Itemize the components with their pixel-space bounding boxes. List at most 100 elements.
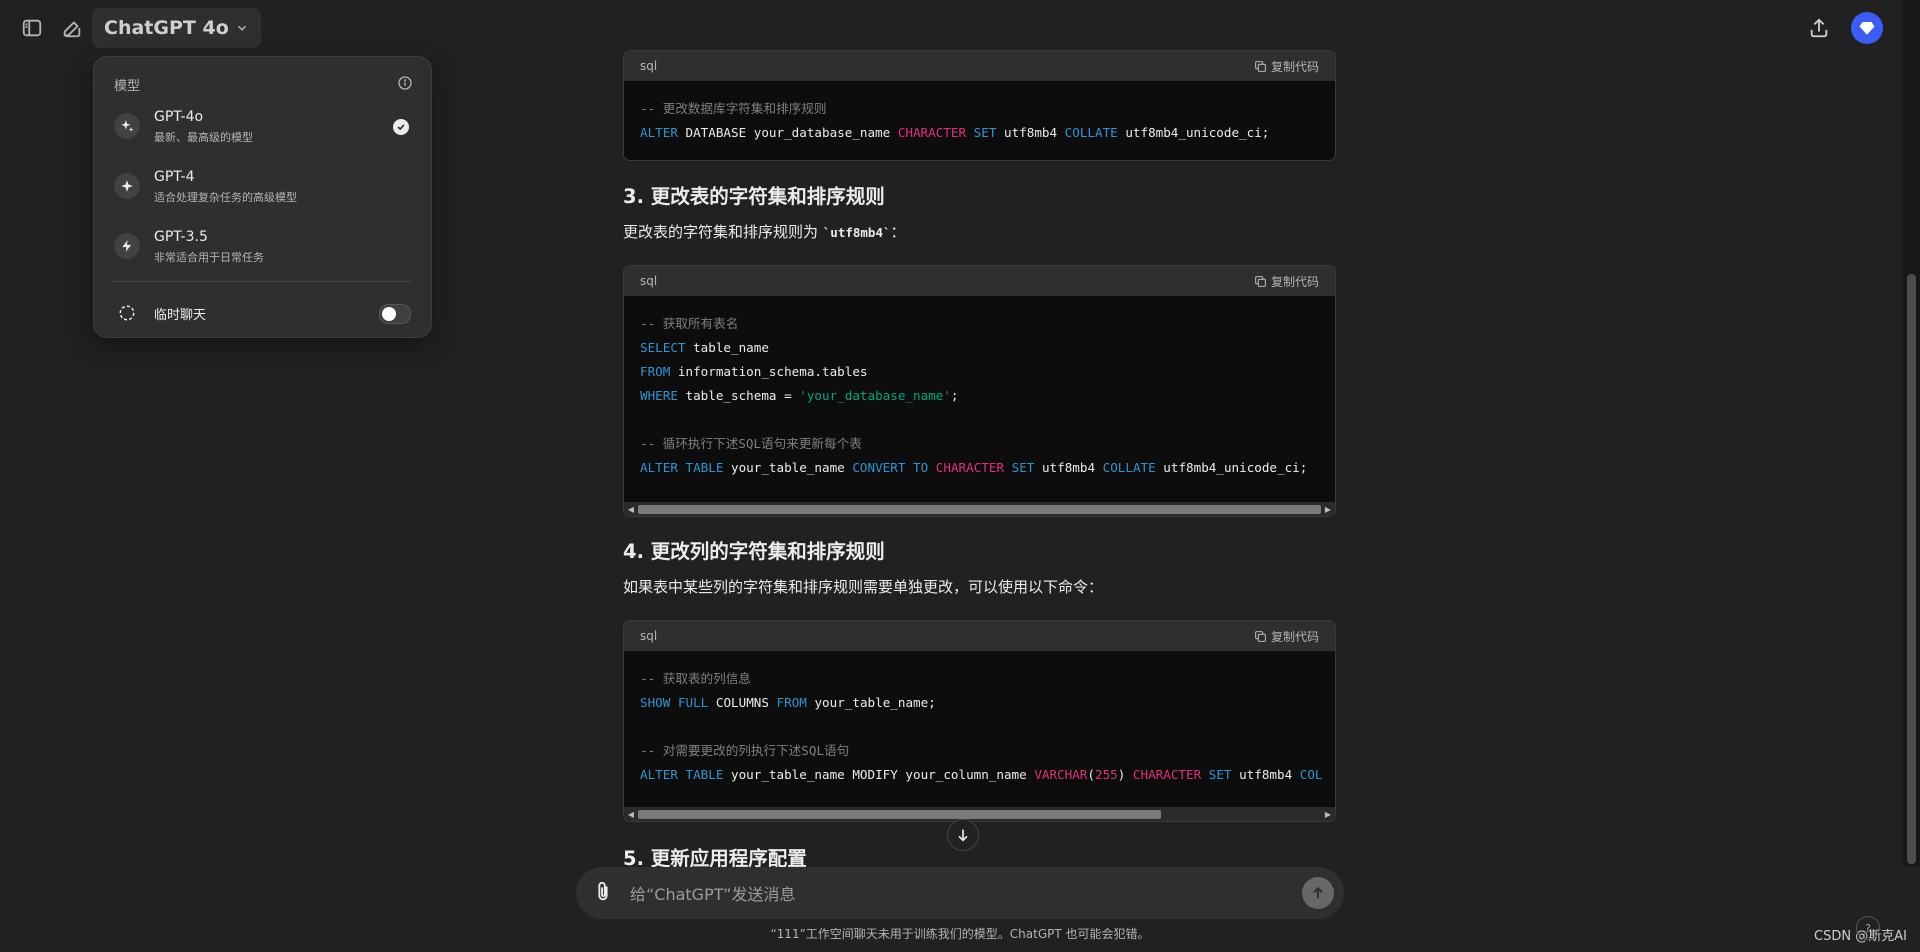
- top-bar: ChatGPT 4o: [0, 0, 1920, 56]
- copy-code-button[interactable]: 复制代码: [1254, 273, 1319, 290]
- temporary-chat-toggle[interactable]: [379, 304, 411, 324]
- send-button[interactable]: [1302, 877, 1334, 909]
- copy-icon: [1255, 630, 1266, 642]
- code-token: FULL: [677, 695, 709, 710]
- sidebar-toggle-button[interactable]: [14, 10, 50, 46]
- code-token: 255: [1094, 767, 1118, 782]
- code-token: CONVERT: [852, 460, 906, 475]
- model-option-desc: 非常适合用于日常任务: [154, 251, 264, 264]
- code-language-label: sql: [640, 59, 658, 73]
- model-dropdown-menu: 模型 GPT-4o 最新、最高级的模型 GPT-4 适合处理复杂任务的高级模型 …: [93, 56, 432, 338]
- code-token: ALTER: [640, 460, 678, 475]
- lightning-icon: [114, 233, 140, 259]
- copy-code-button[interactable]: 复制代码: [1254, 58, 1319, 75]
- code-token: ;: [950, 388, 959, 403]
- scroll-right-icon[interactable]: ▶: [1321, 502, 1335, 516]
- code-block: sql 复制代码 -- 获取所有表名 SELECT table_name FROM …: [623, 265, 1336, 517]
- section-heading: 3. 更改表的字符集和排序规则: [623, 185, 885, 208]
- share-icon: [1810, 18, 1828, 38]
- scroll-to-bottom-button[interactable]: [947, 819, 979, 851]
- message-input[interactable]: [628, 877, 1272, 911]
- user-avatar[interactable]: [1851, 12, 1883, 44]
- scroll-left-icon[interactable]: ◀: [624, 807, 638, 821]
- paragraph-text: 更改表的字符集和排序规则为: [623, 223, 823, 241]
- scroll-right-icon[interactable]: ▶: [1321, 807, 1335, 821]
- model-option-gpt-4[interactable]: GPT-4 适合处理复杂任务的高级模型: [108, 161, 417, 213]
- section-heading: 4. 更改列的字符集和排序规则: [623, 540, 885, 563]
- diamond-icon: [1859, 22, 1875, 35]
- vertical-scrollbar[interactable]: [1903, 0, 1920, 866]
- edit-icon: [63, 21, 81, 38]
- code-content: -- 获取表的列信息 SHOW FULL COLUMNS FROM your_ta…: [624, 651, 1335, 787]
- code-line: ALTER TABLE your_table_name CONVERT TO C…: [640, 456, 1319, 480]
- code-token: 'your_database_name': [799, 388, 951, 403]
- sidebar-icon: [22, 19, 42, 37]
- attach-button[interactable]: [592, 881, 614, 907]
- model-option-gpt-4o[interactable]: GPT-4o 最新、最高级的模型: [108, 101, 417, 153]
- code-line: FROM information_schema.tables: [640, 360, 1319, 384]
- code-line: WHERE table_schema = 'your_database_name…: [640, 384, 1319, 408]
- scroll-left-icon[interactable]: ◀: [624, 502, 638, 516]
- code-line: SELECT table_name: [640, 336, 1319, 360]
- help-button[interactable]: ?: [1856, 916, 1880, 940]
- code-token: SELECT: [640, 340, 686, 355]
- code-token: your_table_name: [723, 460, 853, 475]
- temporary-chat-row[interactable]: 临时聊天: [108, 290, 417, 336]
- model-option-name: GPT-3.5: [154, 229, 208, 245]
- check-icon: [393, 119, 409, 135]
- temporary-chat-label: 临时聊天: [154, 308, 207, 323]
- code-token: COLLATE: [1102, 460, 1156, 475]
- code-token: SET: [1011, 460, 1035, 475]
- code-block-header: sql 复制代码: [624, 51, 1335, 81]
- code-token: WHERE: [640, 388, 678, 403]
- code-token: TABLE: [685, 460, 724, 475]
- copy-icon: [1255, 60, 1266, 72]
- copy-code-label: 复制代码: [1270, 59, 1319, 74]
- share-button[interactable]: [1801, 10, 1837, 46]
- code-token: CHARACTER: [897, 125, 967, 140]
- code-token: utf8mb4_unicode_ci;: [1155, 460, 1308, 475]
- code-content: -- 获取所有表名 SELECT table_name FROM informati…: [624, 296, 1335, 480]
- copy-icon: [1255, 275, 1266, 287]
- code-block-header: sql 复制代码: [624, 266, 1335, 296]
- copy-code-label: 复制代码: [1270, 629, 1319, 644]
- paragraph-text: ：: [890, 223, 906, 241]
- copy-code-label: 复制代码: [1270, 274, 1319, 289]
- scrollbar-thumb[interactable]: [1907, 274, 1916, 864]
- sparkles-icon: [114, 113, 140, 139]
- new-chat-button[interactable]: [54, 10, 90, 46]
- code-line: SHOW FULL COLUMNS FROM your_table_name;: [640, 691, 1319, 715]
- code-token: table_name: [685, 340, 769, 355]
- code-token: utf8mb4: [996, 125, 1065, 140]
- horizontal-scrollbar[interactable]: ◀ ▶: [624, 807, 1335, 821]
- footer-disclaimer: “111”工作空间聊天未用于训练我们的模型。ChatGPT 也可能会犯错。: [770, 927, 1150, 941]
- code-comment: -- 获取所有表名: [640, 316, 739, 331]
- paperclip-icon: [598, 881, 608, 901]
- model-selector-button[interactable]: ChatGPT 4o: [92, 8, 261, 48]
- code-token: utf8mb4_unicode_ci;: [1117, 125, 1270, 140]
- code-token: utf8mb4: [1034, 460, 1103, 475]
- code-token: COLLATE: [1064, 125, 1118, 140]
- code-token: SHOW: [640, 695, 671, 710]
- model-option-gpt-3-5[interactable]: GPT-3.5 非常适合用于日常任务: [108, 221, 417, 273]
- code-token: ALTER: [640, 125, 678, 140]
- code-token: VARCHAR: [1034, 767, 1088, 782]
- copy-code-button[interactable]: 复制代码: [1254, 628, 1319, 645]
- scrollbar-thumb[interactable]: [638, 810, 1161, 819]
- code-token: utf8mb4: [1231, 767, 1300, 782]
- code-token: CHARACTER: [1132, 767, 1202, 782]
- paragraph: 更改表的字符集和排序规则为 `utf8mb4`：: [623, 221, 906, 242]
- scrollbar-thumb[interactable]: [638, 505, 1321, 514]
- code-comment: -- 循环执行下述SQL语句来更新每个表: [640, 436, 862, 451]
- arrow-up-icon: [1313, 886, 1323, 899]
- horizontal-scrollbar[interactable]: ◀ ▶: [624, 502, 1335, 516]
- code-token: TO: [913, 460, 929, 475]
- model-option-desc: 最新、最高级的模型: [154, 131, 253, 144]
- info-icon[interactable]: [397, 75, 413, 95]
